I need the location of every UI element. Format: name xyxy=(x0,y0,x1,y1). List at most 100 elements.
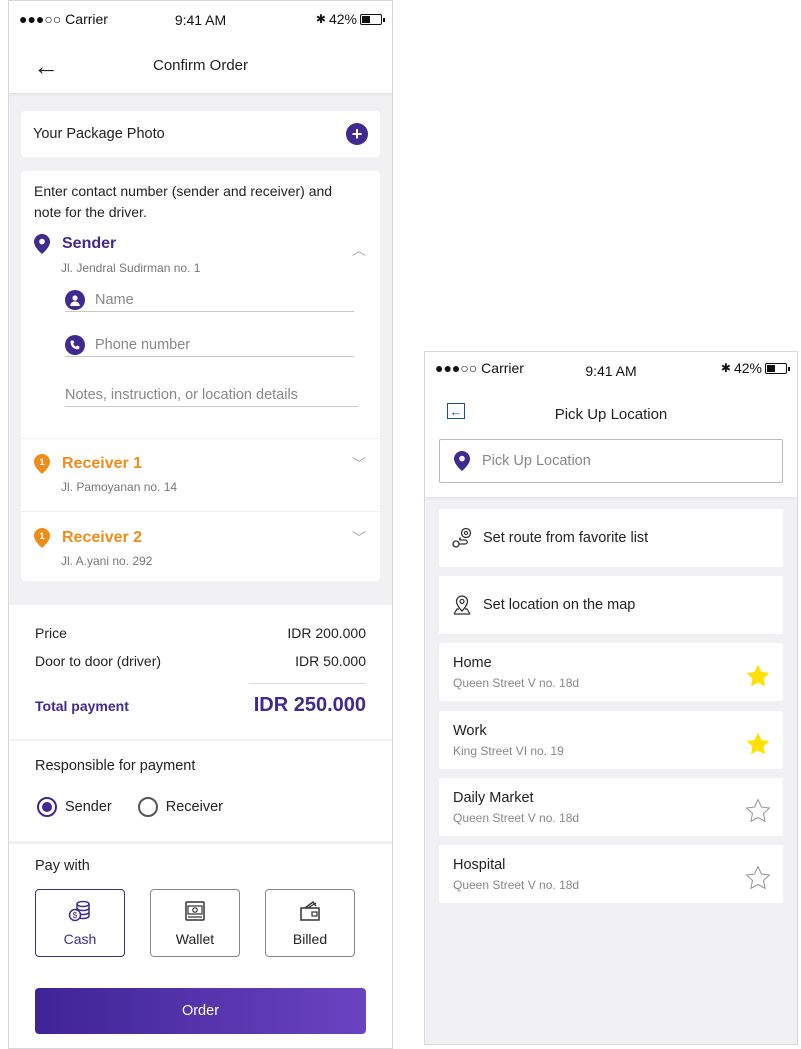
total-payment-value: IDR 250.000 xyxy=(253,694,366,716)
bluetooth-icon: ✱ xyxy=(720,361,731,375)
pick-up-location-screen: ●●●○○ Carrier 9:41 AM ✱ 42% ← Pick Up Lo… xyxy=(424,351,798,1045)
star-outline-icon[interactable] xyxy=(745,865,771,891)
pick-up-location-search[interactable]: Pick Up Location xyxy=(439,439,783,483)
bluetooth-icon: ✱ xyxy=(315,12,326,26)
receiver-radio-label: Receiver xyxy=(165,799,223,815)
contact-intro-text: Enter contact number (sender and receive… xyxy=(34,183,333,220)
notes-placeholder: Notes, instruction, or location details xyxy=(65,386,298,403)
status-bar: ●●●○○ Carrier 9:41 AM ✱ 42% xyxy=(9,1,392,41)
sender-notes-field[interactable]: Notes, instruction, or location details xyxy=(65,383,358,407)
wallet-icon xyxy=(185,901,205,921)
billed-card-icon xyxy=(300,900,320,921)
receiver-2-pin-icon: 1 xyxy=(34,528,50,548)
battery-icon xyxy=(765,362,790,374)
favorite-address: King Street VI no. 19 xyxy=(453,744,564,758)
divider xyxy=(249,683,366,684)
status-bar: ●●●○○ Carrier 9:41 AM ✱ 42% xyxy=(425,352,797,386)
star-outline-icon[interactable] xyxy=(745,798,771,824)
responsibility-radio-group: Sender Receiver xyxy=(37,797,249,817)
billed-option[interactable]: Billed xyxy=(265,889,355,957)
favorite-item-home[interactable]: Home Queen Street V no. 18d xyxy=(439,643,783,701)
cash-label: Cash xyxy=(63,931,97,947)
receiver-1-label: Receiver 1 xyxy=(62,455,143,472)
confirm-order-screen: ●●●○○ Carrier 9:41 AM ✱ 42% ← Confirm Or… xyxy=(8,0,393,1049)
sender-radio[interactable]: Sender xyxy=(37,797,112,817)
sender-pin-icon xyxy=(34,234,50,254)
total-row: Total payment IDR 250.000 xyxy=(35,694,366,717)
price-value: IDR 200.000 xyxy=(287,625,366,641)
favorite-name: Home xyxy=(453,655,492,671)
package-photo-label: Your Package Photo xyxy=(33,126,165,142)
star-filled-icon[interactable] xyxy=(745,731,771,757)
battery-indicator: ✱ 42% xyxy=(315,11,385,27)
battery-icon xyxy=(360,13,385,25)
total-payment-label: Total payment xyxy=(35,697,129,714)
responsibility-title: Responsible for payment xyxy=(35,758,196,774)
favorite-name: Daily Market xyxy=(453,790,534,806)
cash-coins-icon: $ xyxy=(68,900,90,922)
top-bar: ●●●○○ Carrier 9:41 AM ✱ 42% ← Pick Up Lo… xyxy=(425,352,797,497)
svg-text:1: 1 xyxy=(39,531,44,541)
favorite-name: Hospital xyxy=(453,857,506,873)
svg-text:1: 1 xyxy=(39,457,44,467)
battery-percent: 42% xyxy=(733,360,762,376)
page-title: Pick Up Location xyxy=(554,406,668,423)
phone-placeholder: Phone number xyxy=(95,336,191,353)
receiver-1-pin-icon: 1 xyxy=(34,454,50,474)
wallet-option[interactable]: Wallet xyxy=(150,889,240,957)
receiver-radio[interactable]: Receiver xyxy=(137,797,223,817)
favorite-route-label: Set route from favorite list xyxy=(483,530,649,546)
add-photo-plus-icon[interactable]: + xyxy=(346,123,368,145)
favorite-address: Queen Street V no. 18d xyxy=(453,676,580,690)
price-label: Price xyxy=(35,625,67,641)
star-filled-icon[interactable] xyxy=(745,663,771,689)
cash-option[interactable]: $ Cash xyxy=(35,889,125,957)
payment-options: $ Cash Wallet Billed xyxy=(35,889,355,957)
route-pins-icon xyxy=(452,527,472,548)
favorite-route-action[interactable]: Set route from favorite list xyxy=(439,509,783,567)
receiver-2-label: Receiver 2 xyxy=(62,529,143,546)
favorite-item-daily-market[interactable]: Daily Market Queen Street V no. 18d xyxy=(439,778,783,836)
radio-selected-icon xyxy=(37,797,57,817)
package-photo-card[interactable]: Your Package Photo + xyxy=(21,111,380,157)
page-title: Confirm Order xyxy=(152,57,249,74)
favorite-name: Work xyxy=(453,723,487,739)
order-button[interactable]: Order xyxy=(35,988,366,1034)
pay-with-title: Pay with xyxy=(35,858,90,874)
sender-label: Sender xyxy=(62,235,117,252)
favorite-address: Queen Street V no. 18d xyxy=(453,878,580,892)
pricing-section: Price IDR 200.000 Door to door (driver) … xyxy=(9,605,392,739)
favorite-address: Queen Street V no. 18d xyxy=(453,811,580,825)
receiver-2-address: Jl. A.yani no. 292 xyxy=(61,554,153,568)
svg-text:$: $ xyxy=(73,911,78,920)
battery-indicator: ✱ 42% xyxy=(720,360,790,376)
chevron-down-icon[interactable]: ﹀ xyxy=(352,454,366,474)
favorite-item-hospital[interactable]: Hospital Queen Street V no. 18d xyxy=(439,845,783,903)
set-on-map-action[interactable]: Set location on the map xyxy=(439,576,783,634)
wallet-label: Wallet xyxy=(175,931,215,947)
receiver-1-header[interactable]: 1 Receiver 1 xyxy=(34,454,142,474)
phone-icon xyxy=(65,334,85,355)
sender-name-field[interactable]: Name xyxy=(65,288,354,312)
sender-address: Jl. Jendral Sudirman no. 1 xyxy=(61,261,201,275)
chevron-down-icon[interactable]: ﹀ xyxy=(352,528,366,548)
search-placeholder: Pick Up Location xyxy=(482,453,591,469)
divider xyxy=(21,438,380,439)
person-icon xyxy=(65,289,85,310)
receiver-2-header[interactable]: 1 Receiver 2 xyxy=(34,528,142,548)
divider xyxy=(21,511,380,512)
navigation-bar: ← Pick Up Location xyxy=(425,386,797,432)
radio-unselected-icon xyxy=(137,797,158,817)
favorite-item-work[interactable]: Work King Street VI no. 19 xyxy=(439,711,783,769)
price-row: Price IDR 200.000 xyxy=(35,625,366,641)
door-to-door-value: IDR 50.000 xyxy=(295,653,366,669)
sender-header[interactable]: Sender xyxy=(34,234,116,254)
sender-radio-label: Sender xyxy=(65,799,112,815)
chevron-up-icon[interactable]: ︿ xyxy=(352,240,366,260)
billed-label: Billed xyxy=(292,931,328,947)
sender-phone-field[interactable]: Phone number xyxy=(65,333,354,357)
location-pin-icon xyxy=(454,451,470,471)
responsibility-section: Responsible for payment Sender Receiver xyxy=(9,741,392,841)
navigation-bar: ← Confirm Order xyxy=(9,41,392,93)
contact-card: Enter contact number (sender and receive… xyxy=(21,171,380,581)
